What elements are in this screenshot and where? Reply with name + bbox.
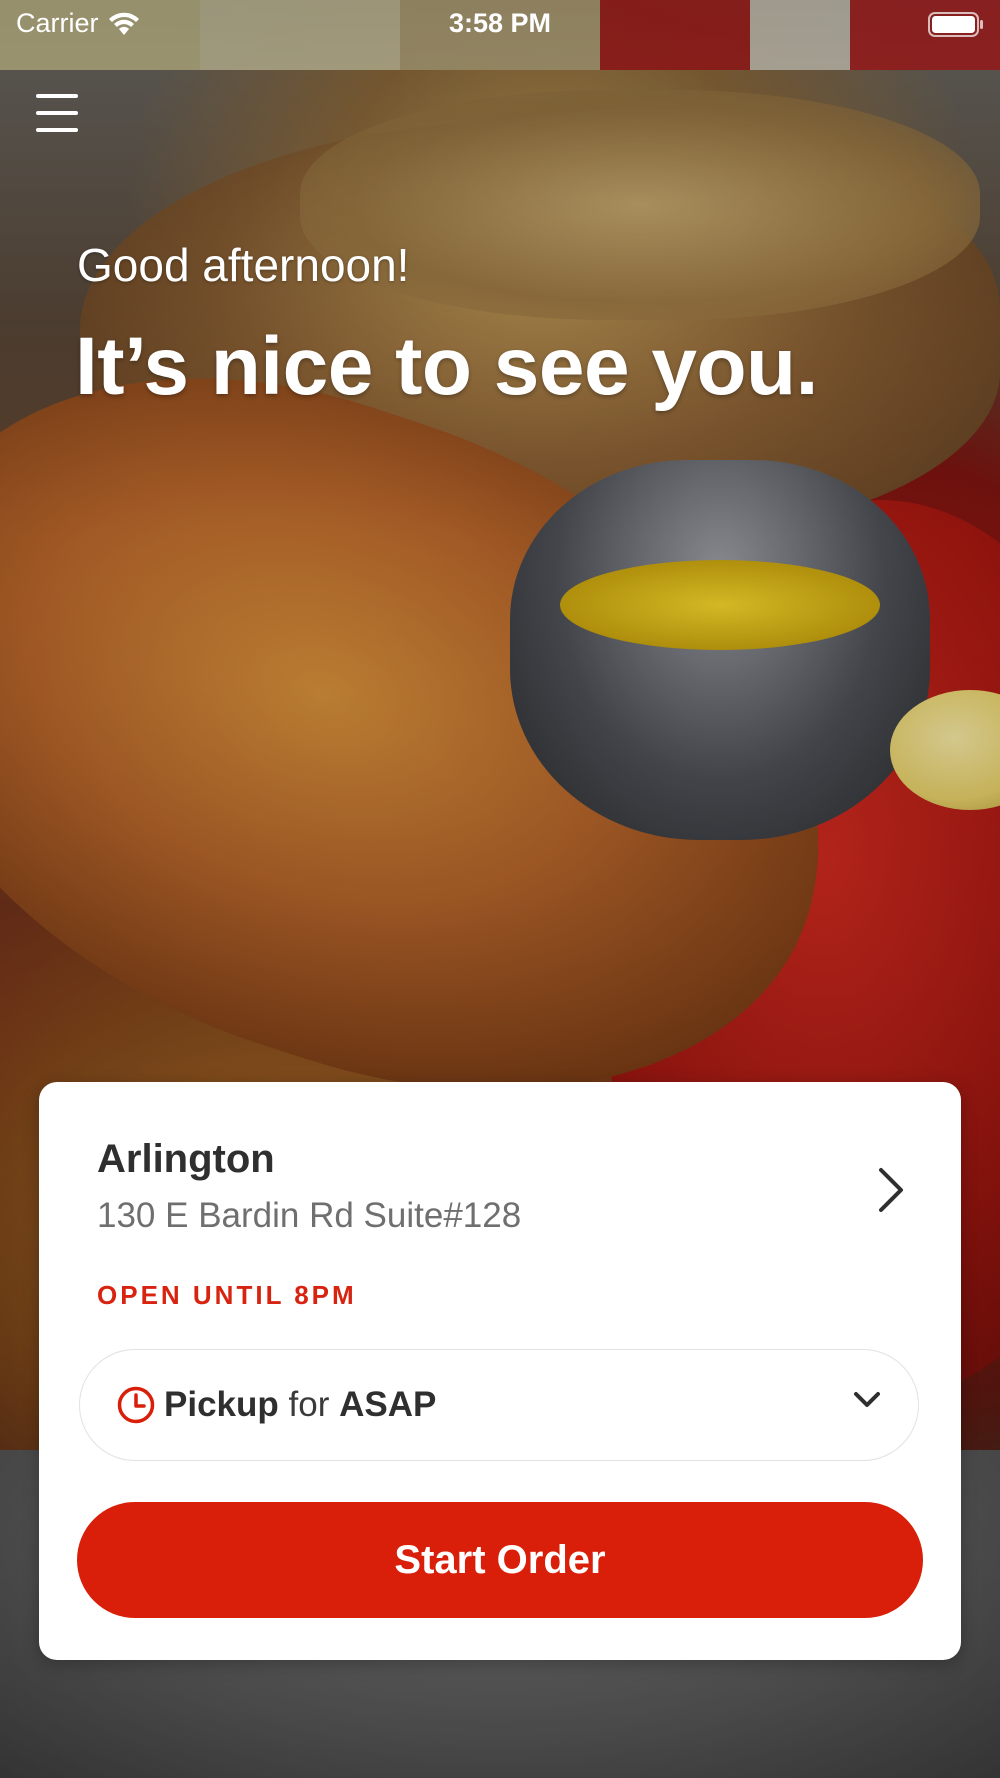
order-method-summary: Pickup for ASAP xyxy=(164,1385,436,1425)
greeting-text: Good afternoon! xyxy=(77,239,410,291)
menu-bar-line xyxy=(36,128,78,132)
battery-icon xyxy=(928,12,983,37)
order-connector-label: for xyxy=(288,1385,330,1424)
chevron-down-icon xyxy=(854,1392,880,1407)
hamburger-menu-icon[interactable] xyxy=(36,94,78,132)
order-method-dropdown[interactable]: Pickup for ASAP xyxy=(79,1349,919,1461)
status-time: 3:58 PM xyxy=(448,8,552,38)
clock-icon xyxy=(117,1386,155,1424)
welcome-headline: It’s nice to see you. xyxy=(75,321,818,412)
location-selector[interactable]: Arlington 130 E Bardin Rd Suite#128 xyxy=(39,1082,961,1282)
open-hours-status: OPEN UNTIL 8PM xyxy=(97,1280,357,1310)
location-address: 130 E Bardin Rd Suite#128 xyxy=(97,1196,522,1235)
location-name: Arlington xyxy=(97,1137,275,1181)
order-time-label: ASAP xyxy=(339,1385,437,1424)
location-card: Arlington 130 E Bardin Rd Suite#128 OPEN… xyxy=(39,1082,961,1660)
status-bar: Carrier 3:58 PM xyxy=(0,0,1000,50)
order-method-label: Pickup xyxy=(164,1385,279,1424)
chevron-right-icon xyxy=(879,1168,903,1212)
menu-bar-line xyxy=(36,111,78,115)
start-order-button[interactable]: Start Order xyxy=(77,1502,923,1618)
menu-bar-line xyxy=(36,94,78,98)
